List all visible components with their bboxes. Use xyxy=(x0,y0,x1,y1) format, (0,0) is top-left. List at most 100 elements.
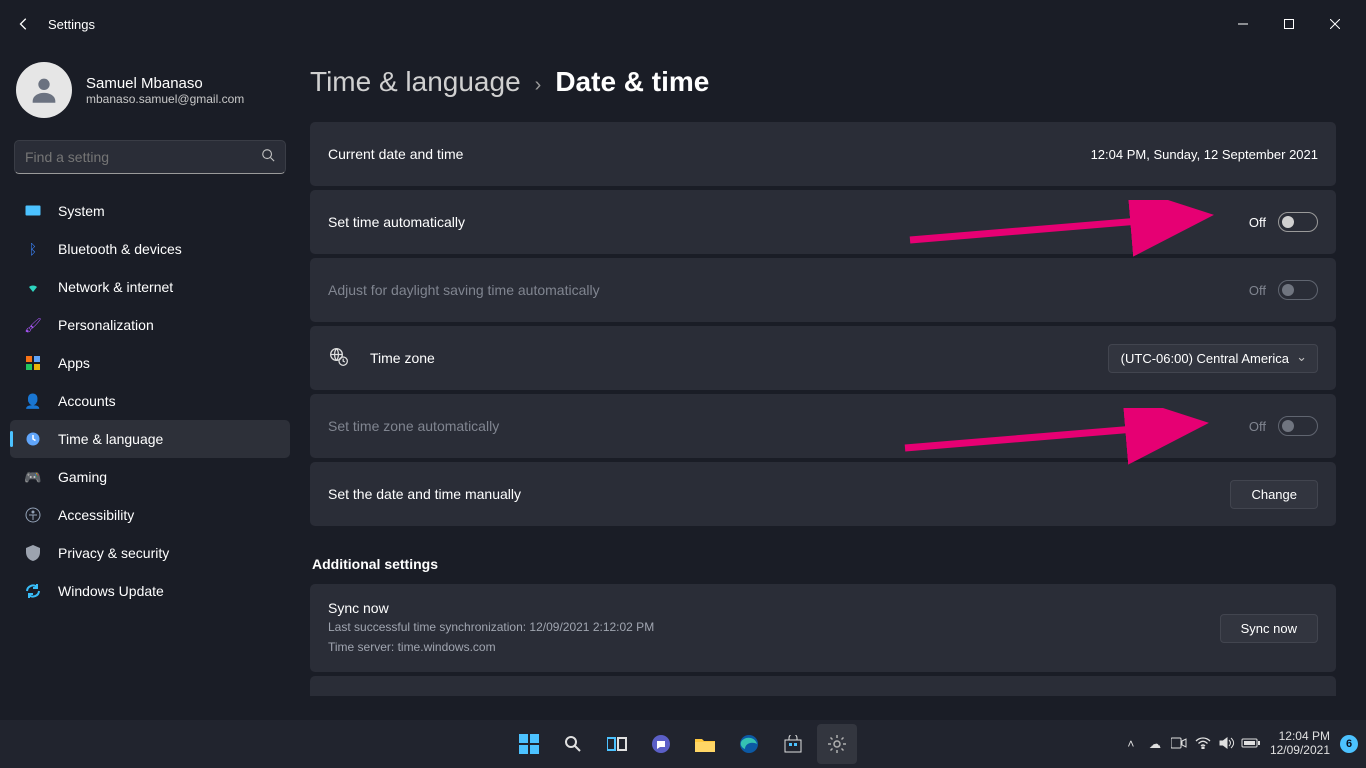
sidebar-item-accounts[interactable]: 👤 Accounts xyxy=(10,382,290,420)
taskbar-settings[interactable] xyxy=(817,724,857,764)
taskbar-time: 12:04 PM xyxy=(1270,730,1330,744)
sidebar-item-label: Privacy & security xyxy=(58,545,169,561)
sidebar-item-privacy[interactable]: Privacy & security xyxy=(10,534,290,572)
close-button[interactable] xyxy=(1312,8,1358,40)
set-time-auto-row: Set time automatically Off xyxy=(310,190,1336,254)
brush-icon: 🖌 xyxy=(24,316,42,334)
sidebar-item-label: Accessibility xyxy=(58,507,134,523)
notification-badge[interactable]: 6 xyxy=(1340,735,1358,753)
content: Time & language › Date & time Current da… xyxy=(300,48,1366,720)
taskbar-explorer[interactable] xyxy=(685,724,725,764)
sidebar-item-label: Network & internet xyxy=(58,279,173,295)
search-input[interactable] xyxy=(25,149,261,165)
next-card-peek xyxy=(310,676,1336,696)
taskbar: ˄ ☁ 12:04 PM 12/09/2021 6 xyxy=(0,720,1366,768)
set-time-auto-label: Set time automatically xyxy=(328,214,465,230)
sidebar-item-personalization[interactable]: 🖌 Personalization xyxy=(10,306,290,344)
wifi-icon xyxy=(24,278,42,296)
maximize-button[interactable] xyxy=(1266,8,1312,40)
sidebar-item-bluetooth[interactable]: ᛒ Bluetooth & devices xyxy=(10,230,290,268)
toggle-state-label: Off xyxy=(1249,215,1266,230)
update-icon xyxy=(24,582,42,600)
set-timezone-auto-toggle xyxy=(1278,416,1318,436)
clock-icon xyxy=(24,430,42,448)
sidebar-item-label: Time & language xyxy=(58,431,163,447)
avatar xyxy=(16,62,72,118)
sidebar-item-accessibility[interactable]: Accessibility xyxy=(10,496,290,534)
change-button[interactable]: Change xyxy=(1230,480,1318,509)
sidebar-item-label: Apps xyxy=(58,355,90,371)
account-email: mbanaso.samuel@gmail.com xyxy=(86,92,244,106)
set-timezone-auto-label: Set time zone automatically xyxy=(328,418,499,434)
bluetooth-icon: ᛒ xyxy=(24,240,42,258)
sidebar-item-windows-update[interactable]: Windows Update xyxy=(10,572,290,610)
timezone-row: Time zone (UTC-06:00) Central America xyxy=(310,326,1336,390)
sidebar-item-label: Accounts xyxy=(58,393,116,409)
wifi-tray-icon[interactable] xyxy=(1192,737,1214,752)
chevron-right-icon: › xyxy=(535,74,542,97)
titlebar: Settings xyxy=(0,0,1366,48)
sidebar-item-network[interactable]: Network & internet xyxy=(10,268,290,306)
toggle-state-label: Off xyxy=(1249,419,1266,434)
breadcrumb-parent[interactable]: Time & language xyxy=(310,66,521,98)
start-button[interactable] xyxy=(509,724,549,764)
account[interactable]: Samuel Mbanaso mbanaso.samuel@gmail.com xyxy=(10,56,290,134)
sidebar-item-gaming[interactable]: 🎮 Gaming xyxy=(10,458,290,496)
set-manual-row: Set the date and time manually Change xyxy=(310,462,1336,526)
set-timezone-auto-row: Set time zone automatically Off xyxy=(310,394,1336,458)
search-box[interactable] xyxy=(14,140,286,174)
sidebar-item-label: Gaming xyxy=(58,469,107,485)
timezone-dropdown[interactable]: (UTC-06:00) Central America xyxy=(1108,344,1318,373)
sidebar-item-label: Personalization xyxy=(58,317,154,333)
additional-settings-header: Additional settings xyxy=(312,556,1336,572)
onedrive-icon[interactable]: ☁ xyxy=(1144,737,1166,751)
set-manual-label: Set the date and time manually xyxy=(328,486,521,502)
sync-now-button[interactable]: Sync now xyxy=(1220,614,1318,643)
current-date-time-row: Current date and time 12:04 PM, Sunday, … xyxy=(310,122,1336,186)
system-tray: ˄ ☁ 12:04 PM 12/09/2021 6 xyxy=(1120,730,1358,758)
taskbar-store[interactable] xyxy=(773,724,813,764)
sync-title: Sync now xyxy=(328,600,1202,616)
account-name: Samuel Mbanaso xyxy=(86,75,244,92)
back-button[interactable] xyxy=(8,8,40,40)
volume-icon[interactable] xyxy=(1216,736,1238,753)
taskbar-clock[interactable]: 12:04 PM 12/09/2021 xyxy=(1264,730,1336,758)
set-time-auto-toggle[interactable] xyxy=(1278,212,1318,232)
tray-overflow-icon[interactable]: ˄ xyxy=(1120,737,1142,751)
sync-row: Sync now Last successful time synchroniz… xyxy=(310,584,1336,672)
dst-toggle xyxy=(1278,280,1318,300)
minimize-button[interactable] xyxy=(1220,8,1266,40)
taskbar-search[interactable] xyxy=(553,724,593,764)
globe-icon xyxy=(328,347,350,370)
person-icon: 👤 xyxy=(24,392,42,410)
search-icon xyxy=(261,148,275,167)
breadcrumb-current: Date & time xyxy=(555,66,709,98)
sidebar-item-system[interactable]: System xyxy=(10,192,290,230)
apps-icon xyxy=(24,354,42,372)
breadcrumb: Time & language › Date & time xyxy=(310,48,1336,122)
sidebar-item-label: Bluetooth & devices xyxy=(58,241,182,257)
accessibility-icon xyxy=(24,506,42,524)
taskbar-chat[interactable] xyxy=(641,724,681,764)
battery-icon[interactable] xyxy=(1240,737,1262,752)
taskbar-date: 12/09/2021 xyxy=(1270,744,1330,758)
sidebar-item-time-language[interactable]: Time & language xyxy=(10,420,290,458)
sidebar: Samuel Mbanaso mbanaso.samuel@gmail.com … xyxy=(0,48,300,720)
shield-icon xyxy=(24,544,42,562)
dst-row: Adjust for daylight saving time automati… xyxy=(310,258,1336,322)
task-view[interactable] xyxy=(597,724,637,764)
sidebar-item-label: Windows Update xyxy=(58,583,164,599)
gamepad-icon: 🎮 xyxy=(24,468,42,486)
sidebar-item-apps[interactable]: Apps xyxy=(10,344,290,382)
current-date-time-label: Current date and time xyxy=(328,146,463,162)
toggle-state-label: Off xyxy=(1249,283,1266,298)
taskbar-edge[interactable] xyxy=(729,724,769,764)
system-icon xyxy=(24,202,42,220)
meet-now-icon[interactable] xyxy=(1168,737,1190,752)
sync-last: Last successful time synchronization: 12… xyxy=(328,618,1202,636)
current-date-time-value: 12:04 PM, Sunday, 12 September 2021 xyxy=(1091,147,1318,162)
window-title: Settings xyxy=(48,17,95,32)
sidebar-item-label: System xyxy=(58,203,105,219)
sync-server: Time server: time.windows.com xyxy=(328,638,1202,656)
dst-label: Adjust for daylight saving time automati… xyxy=(328,282,600,298)
